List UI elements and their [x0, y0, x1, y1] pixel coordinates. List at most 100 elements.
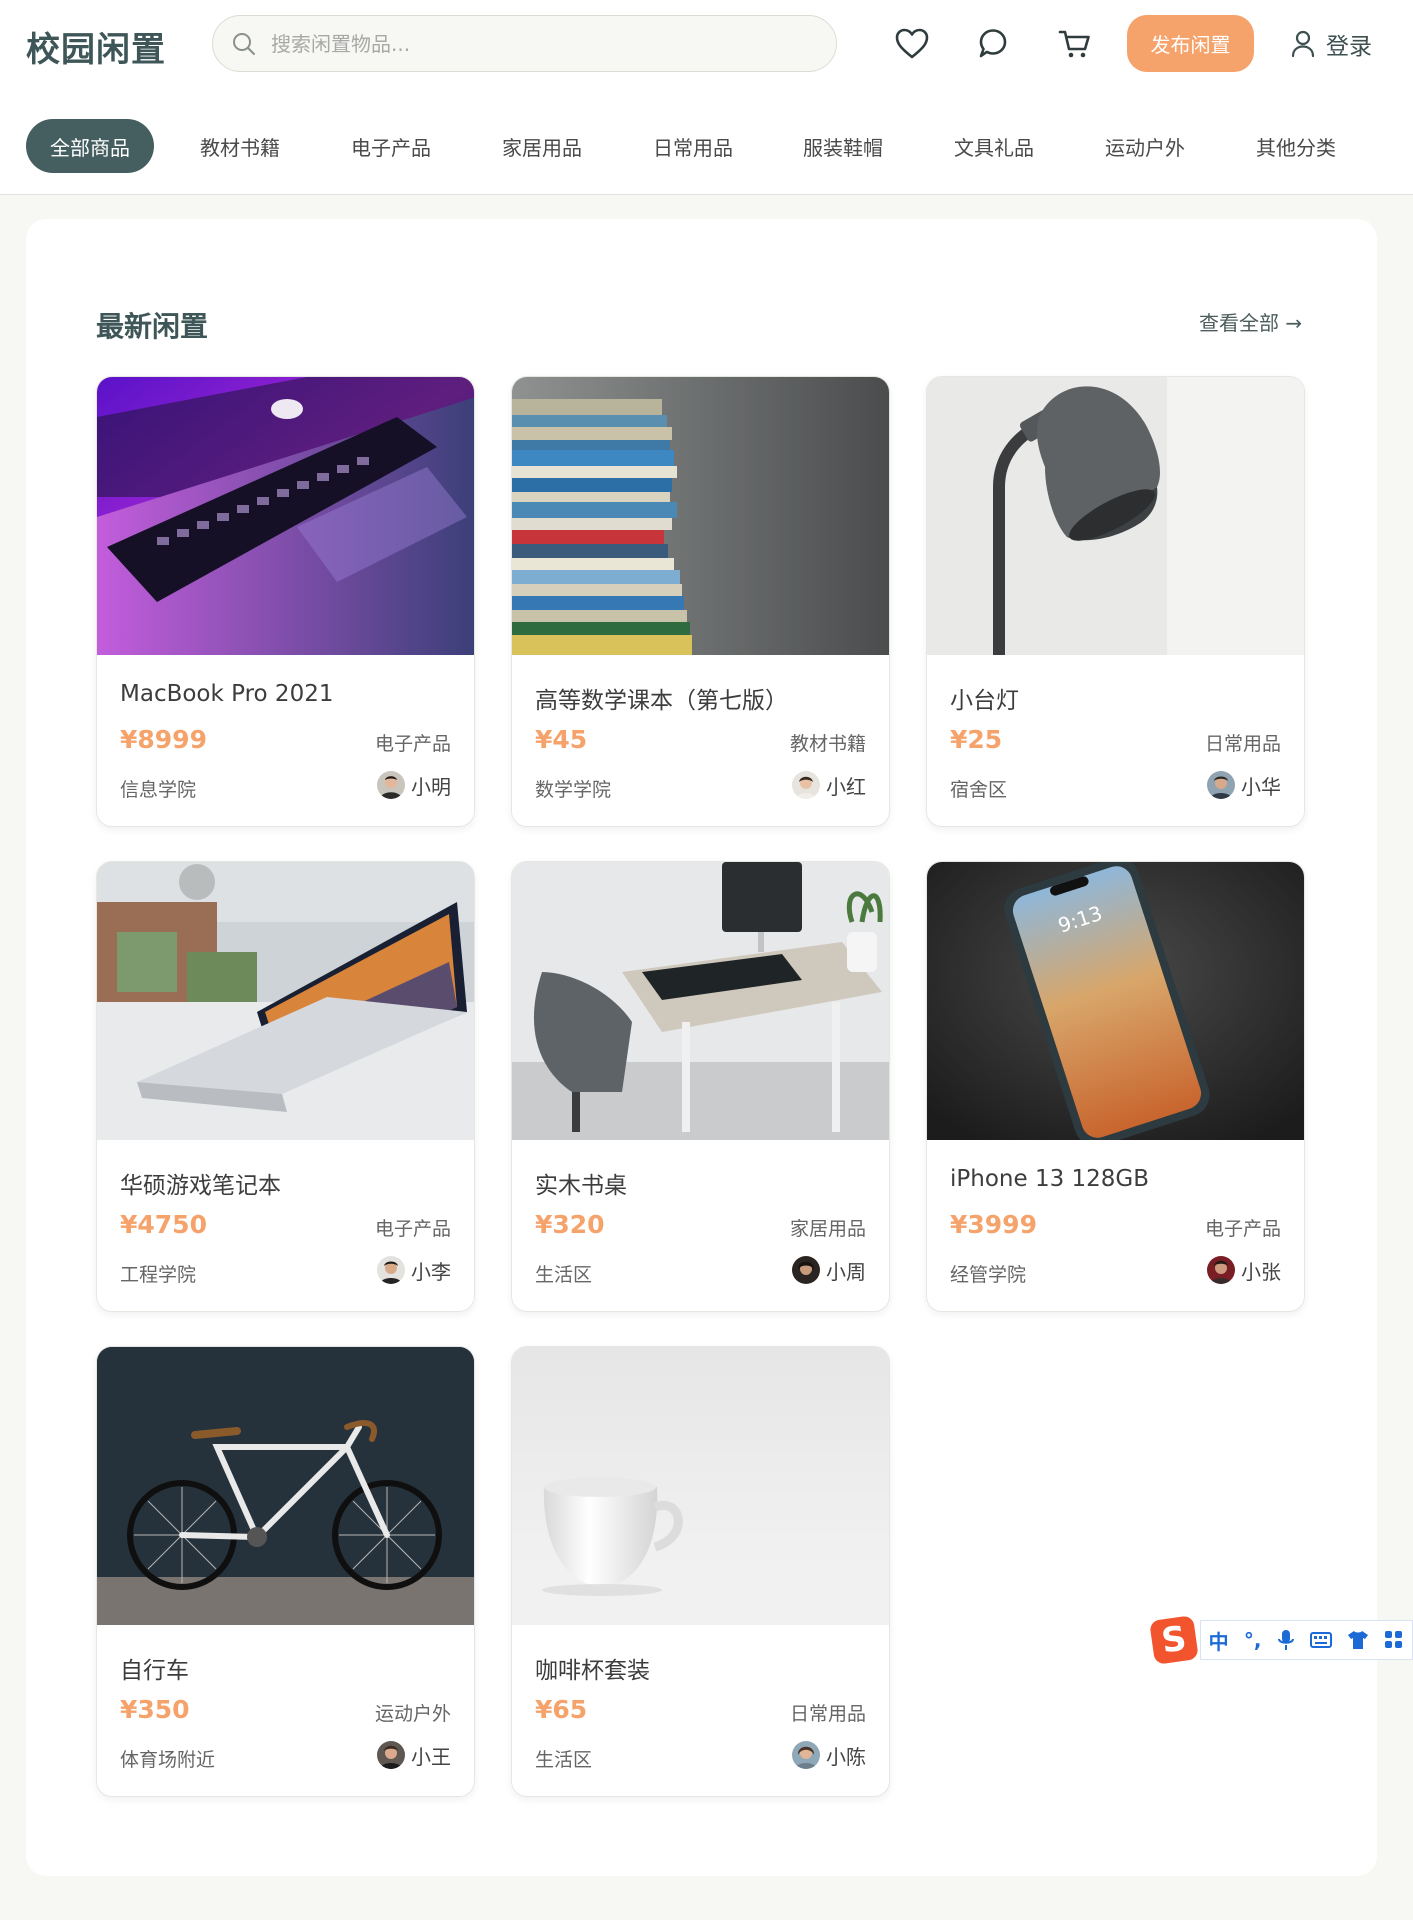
avatar: [377, 1256, 405, 1284]
product-image: [97, 1347, 474, 1625]
seller-info[interactable]: 小张: [1207, 1254, 1281, 1286]
product-card[interactable]: 小台灯 ¥25 日常用品 宿舍区 小华: [926, 376, 1305, 827]
product-name: iPhone 13 128GB: [950, 1166, 1150, 1192]
product-image: [512, 377, 889, 655]
category-tab-sports[interactable]: 运动户外: [1081, 119, 1209, 173]
cart-button[interactable]: [1055, 24, 1095, 64]
product-name: MacBook Pro 2021: [120, 681, 334, 707]
product-category: 教材书籍: [789, 733, 866, 755]
avatar: [792, 771, 820, 799]
product-name: 实木书桌: [535, 1173, 627, 1199]
product-price: ¥8999: [120, 725, 207, 754]
seller-info[interactable]: 小华: [1207, 769, 1281, 801]
avatar: [377, 1741, 405, 1769]
product-image: [512, 1347, 889, 1625]
product-location: 宿舍区: [950, 779, 1008, 801]
product-card[interactable]: 9:13 iPhone 13 128GB ¥3999 电子产品 经管学院 小张: [926, 861, 1305, 1312]
seller-name: 小明: [411, 774, 451, 799]
category-tab-home[interactable]: 家居用品: [478, 119, 606, 173]
product-category: 运动户外: [374, 1703, 451, 1725]
seller-name: 小红: [826, 774, 866, 799]
favorites-button[interactable]: [892, 24, 932, 64]
product-card[interactable]: MacBook Pro 2021 ¥8999 电子产品 信息学院 小明: [96, 376, 475, 827]
product-image: [97, 377, 474, 655]
site-logo[interactable]: 校园闲置: [26, 22, 166, 71]
avatar: [1207, 1256, 1235, 1284]
microphone-icon[interactable]: [1277, 1629, 1295, 1651]
messages-button[interactable]: [973, 24, 1013, 64]
product-name: 小台灯: [950, 688, 1019, 714]
search-icon: [233, 33, 255, 55]
product-price: ¥320: [535, 1210, 605, 1239]
product-category: 电子产品: [374, 733, 451, 755]
avatar: [1207, 771, 1235, 799]
product-price: ¥4750: [120, 1210, 207, 1239]
seller-name: 小陈: [826, 1744, 866, 1769]
product-card[interactable]: 自行车 ¥350 运动户外 体育场附近 小王: [96, 1346, 475, 1797]
product-location: 工程学院: [120, 1264, 197, 1286]
product-image: [927, 377, 1304, 655]
category-tab-electronics[interactable]: 电子产品: [327, 119, 455, 173]
category-tab-daily[interactable]: 日常用品: [629, 119, 757, 173]
avatar: [792, 1256, 820, 1284]
category-tab-clothing[interactable]: 服装鞋帽: [779, 119, 907, 173]
top-header: 校园闲置 发布闲置 登录: [0, 0, 1413, 96]
section-title: 最新闲置: [96, 310, 209, 343]
seller-info[interactable]: 小明: [377, 769, 451, 801]
category-tab-books[interactable]: 教材书籍: [176, 119, 304, 173]
seller-info[interactable]: 小王: [377, 1739, 451, 1771]
grid-menu-icon[interactable]: [1384, 1630, 1404, 1650]
product-price: ¥3999: [950, 1210, 1037, 1239]
product-price: ¥45: [535, 725, 588, 754]
product-image: [97, 862, 474, 1140]
product-location: 生活区: [535, 1264, 593, 1286]
skin-icon[interactable]: [1347, 1630, 1369, 1650]
seller-name: 小李: [411, 1259, 451, 1284]
ime-bar: 中 °,: [1200, 1620, 1413, 1660]
category-tab-other[interactable]: 其他分类: [1232, 119, 1360, 173]
seller-info[interactable]: 小李: [377, 1254, 451, 1286]
category-tab-stationery[interactable]: 文具礼品: [930, 119, 1058, 173]
product-location: 信息学院: [120, 779, 197, 801]
avatar: [792, 1741, 820, 1769]
product-card[interactable]: 咖啡杯套装 ¥65 日常用品 生活区 小陈: [511, 1346, 890, 1797]
product-name: 咖啡杯套装: [535, 1658, 650, 1684]
product-price: ¥25: [950, 725, 1003, 754]
seller-name: 小华: [1241, 774, 1281, 799]
publish-button[interactable]: 发布闲置: [1127, 15, 1254, 72]
ime-punctuation-toggle[interactable]: °,: [1244, 1628, 1262, 1652]
ime-toolbar[interactable]: S 中 °,: [1149, 1615, 1413, 1665]
product-image: 9:13: [927, 862, 1304, 1140]
category-tab-all[interactable]: 全部商品: [26, 119, 154, 173]
keyboard-icon[interactable]: [1309, 1631, 1332, 1649]
seller-info[interactable]: 小红: [792, 769, 866, 801]
product-card[interactable]: 高等数学课本（第七版） ¥45 教材书籍 数学学院 小红: [511, 376, 890, 827]
seller-name: 小周: [826, 1259, 866, 1284]
view-all-link[interactable]: 查看全部 →: [1199, 307, 1302, 336]
product-card[interactable]: 华硕游戏笔记本 ¥4750 电子产品 工程学院 小李: [96, 861, 475, 1312]
user-icon: [1291, 30, 1315, 58]
chat-icon: [979, 29, 1007, 58]
product-location: 数学学院: [535, 779, 612, 801]
ime-mode-toggle[interactable]: 中: [1209, 1626, 1229, 1655]
heart-icon: [895, 28, 929, 59]
product-category: 电子产品: [374, 1218, 451, 1240]
login-button[interactable]: 登录: [1290, 24, 1372, 64]
product-card[interactable]: 实木书桌 ¥320 家居用品 生活区 小周: [511, 861, 890, 1312]
seller-name: 小王: [411, 1744, 451, 1769]
product-location: 体育场附近: [120, 1749, 216, 1771]
search-input[interactable]: [271, 24, 811, 64]
product-category: 家居用品: [789, 1218, 866, 1240]
login-label: 登录: [1326, 34, 1372, 60]
ime-logo-icon[interactable]: S: [1149, 1615, 1199, 1665]
search-box[interactable]: [212, 15, 837, 72]
product-category: 电子产品: [1204, 1218, 1281, 1240]
seller-info[interactable]: 小陈: [792, 1739, 866, 1771]
avatar: [377, 771, 405, 799]
product-name: 自行车: [120, 1658, 189, 1684]
seller-name: 小张: [1241, 1259, 1281, 1284]
seller-info[interactable]: 小周: [792, 1254, 866, 1286]
product-name: 华硕游戏笔记本: [120, 1173, 281, 1199]
product-price: ¥65: [535, 1695, 588, 1724]
product-category: 日常用品: [789, 1703, 866, 1725]
